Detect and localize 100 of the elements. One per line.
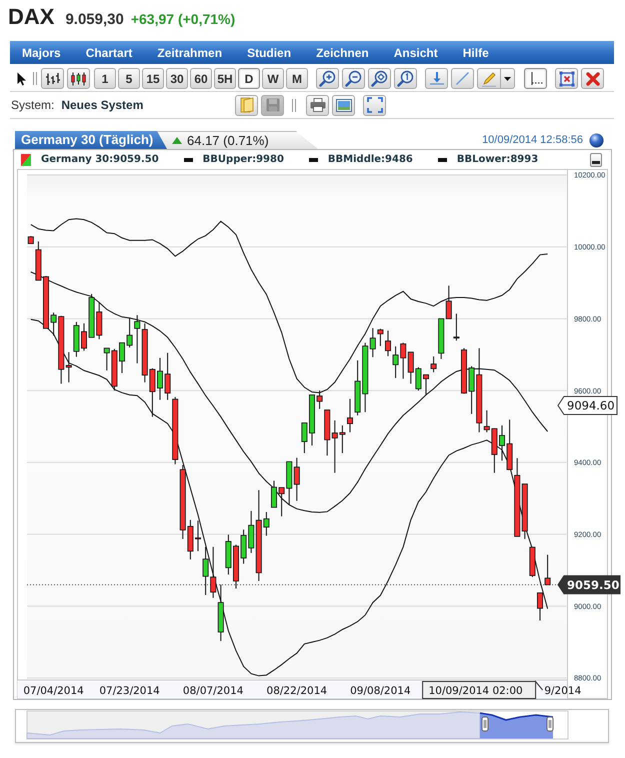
candlestick [233,544,239,590]
open-button[interactable] [235,94,258,116]
timestamp: 10/09/2014 12:58:56 [482,134,583,146]
menu-item[interactable]: Majors [22,46,61,60]
zoom-reset-button[interactable] [394,68,417,89]
candlestick [385,330,391,357]
export-image-button[interactable] [332,94,355,116]
x-axis-label: 09/08/2014 [350,685,411,697]
change-value: 64.17 (0.71%) [187,132,269,148]
trend-line-button[interactable] [451,68,474,89]
timeframe-button[interactable]: 5 [118,68,140,89]
pencil-icon [481,70,497,86]
timeframe-button[interactable]: 30 [166,68,188,89]
price-change: +63,97 (+0,71%) [130,11,236,27]
minimize-button[interactable] [590,152,602,166]
menu-item[interactable]: Zeitrahmen [157,46,222,60]
magnifier-target-icon [371,70,388,87]
magnifier-icon [397,70,414,87]
fullscreen-icon [366,97,382,113]
candlestick [423,374,429,396]
sphere-icon[interactable] [589,132,604,148]
remove-drawing-button[interactable] [555,68,578,89]
arrow-to-line-icon [428,70,444,86]
legend-label: BBLower:8993 [456,154,538,165]
dropdown-button[interactable] [501,68,515,89]
x-axis-label: 9/2014 [544,685,582,697]
pointer-icon[interactable] [17,72,27,86]
candlestick [225,534,232,576]
timeframe-button[interactable]: D [238,68,260,89]
delete-icon [586,72,600,86]
save-icon [266,98,280,112]
box-x-icon [558,70,574,86]
folder-icon [240,97,254,113]
zoom-fit-button[interactable] [368,68,391,89]
dash-icon [184,158,193,162]
bar-chart-button[interactable] [41,68,64,89]
pencil-button[interactable] [477,68,501,89]
print-button[interactable] [306,94,329,116]
candlestick-button[interactable] [67,68,90,89]
horizontal-line-button[interactable] [425,68,448,89]
candlestick [309,394,315,446]
diagonal-line-icon [455,71,470,86]
candlestick [499,424,505,462]
menu-item[interactable]: Hilfe [462,46,489,60]
candlestick-icon [70,72,87,86]
ohlc-bars-icon [45,72,60,86]
index-price: 9.059,30 [65,11,124,28]
legend-label: BBUpper:9980 [202,154,284,165]
x-axis-label: 07/23/2014 [99,685,160,697]
delete-all-button[interactable] [581,68,604,89]
candlestick [195,520,201,552]
legend-label: Germany 30:9059.50 [41,154,159,165]
menu-item[interactable]: Studien [247,46,292,60]
x-axis-label: 07/04/2014 [23,685,84,697]
zoom-out-icon [345,70,362,87]
dash-icon [438,158,447,162]
up-triangle-icon [172,136,182,144]
dash-icon [308,158,318,162]
system-label: System: [11,98,54,112]
candlestick [537,592,543,622]
menu-item[interactable]: Zeichnen [316,46,369,60]
crosshair-button[interactable] [524,68,547,89]
price-label: 9094.60 [557,396,618,415]
timeframe-button[interactable]: 15 [142,68,164,89]
chart-tab[interactable]: Germany 30 (Täglich) [15,131,167,149]
last-price-label: 9059.50 [557,575,620,594]
fullscreen-button[interactable] [363,94,386,116]
range-handle[interactable] [482,716,488,732]
index-symbol: DAX [8,4,54,30]
candlestick [544,554,551,586]
system-name: Neues System [61,98,144,112]
zoom-in-icon [319,70,336,87]
range-handle[interactable] [546,716,554,732]
candlestick [157,357,163,400]
candlestick [271,480,277,508]
timeframe-button[interactable]: 1 [94,68,116,89]
candlestick [529,546,536,578]
timeframe-button[interactable]: 60 [190,68,212,89]
zoom-out-button[interactable] [342,68,365,89]
candlestick [347,398,353,433]
timeframe-button[interactable]: 5H [214,68,236,89]
candlestick [461,348,467,394]
minus-icon [592,160,600,164]
candlestick [301,422,308,454]
x-axis-label: 08/07/2014 [182,685,244,697]
x-axis-label: 08/22/2014 [266,685,328,697]
timeframe-button[interactable]: W [262,68,284,89]
legend-label: BBMiddle:9486 [328,154,413,165]
timeframe-button[interactable]: M [286,68,308,89]
candlestick [119,342,125,374]
menu-item[interactable]: Chartart [86,46,132,60]
zoom-in-button[interactable] [316,68,339,89]
printer-icon [310,98,326,112]
split-square-icon [21,154,31,166]
image-icon [336,98,352,112]
candlestick [43,275,49,329]
date-tooltip: 10/09/2014 02:00 [422,680,544,699]
menu-item[interactable]: Ansicht [394,46,438,60]
caret-icon [504,76,511,80]
candlestick [81,322,87,352]
